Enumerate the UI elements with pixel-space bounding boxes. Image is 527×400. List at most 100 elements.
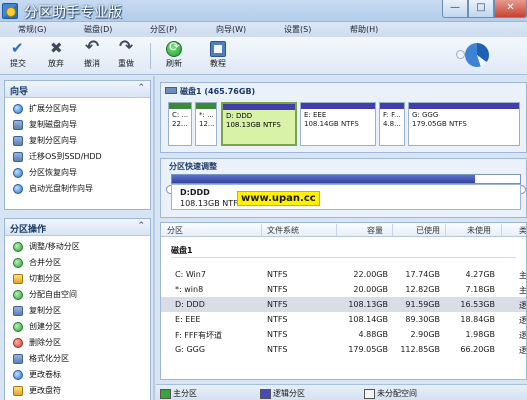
op-change-letter[interactable]: 更改盘符 <box>5 383 150 399</box>
table-row[interactable]: G: GGG NTFS 179.05GB 112.85GB 66.20GB 逻 <box>161 342 527 357</box>
operations-panel-header[interactable]: 分区操作 ⌃ <box>5 219 150 236</box>
resize-slider-fill <box>172 175 475 183</box>
app-icon <box>2 3 18 19</box>
op-delete[interactable]: 删除分区 <box>5 335 150 351</box>
chevron-up-icon[interactable]: ⌃ <box>137 221 145 231</box>
label-icon <box>13 370 23 380</box>
minimize-button[interactable]: — <box>442 0 468 18</box>
migrate-os-icon <box>13 152 23 162</box>
delete-icon <box>13 338 23 348</box>
partition-block-d[interactable]: D: DDD 108.13GB NTFS <box>221 102 297 146</box>
menu-wizard[interactable]: 向导(W) <box>216 24 246 35</box>
partition-size: 22... <box>172 120 188 128</box>
discard-button[interactable]: 放弃 <box>42 39 70 73</box>
cell-unused: 7.18GB <box>465 285 496 294</box>
window-title: 分区助手专业版 <box>24 5 122 21</box>
menu-general[interactable]: 常规(G) <box>18 24 46 35</box>
merge-icon <box>13 258 23 268</box>
col-used[interactable]: 已使用 <box>416 225 440 236</box>
partition-block-win8[interactable]: *: ... 12... <box>195 102 217 146</box>
quick-resize-box: 分区快速调整 D:DDD 108.13GB NTFS www.upan.cc <box>160 158 527 218</box>
op-copy-partition[interactable]: 复制分区 <box>5 303 150 319</box>
column-divider <box>336 224 337 236</box>
legend-primary: 主分区 <box>160 388 197 399</box>
partition-block-f[interactable]: F: F... 4.8... <box>379 102 405 146</box>
cell-type: 主 <box>519 271 527 280</box>
cell-capacity: 108.14GB <box>348 315 388 324</box>
partition-block-g[interactable]: G: GGG 179.05GB NTFS <box>408 102 520 146</box>
wizard-migrate-os[interactable]: 迁移OS到SSD/HDD <box>5 149 150 165</box>
resize-info: D:DDD 108.13GB NTFS <box>171 184 521 210</box>
op-resize-move[interactable]: 调整/移动分区 <box>5 239 150 255</box>
table-row-selected[interactable]: D: DDD NTFS 108.13GB 91.59GB 16.53GB 逻 <box>161 297 526 312</box>
chevron-up-icon[interactable]: ⌃ <box>137 83 145 93</box>
op-item-label: 删除分区 <box>29 338 61 347</box>
watermark: www.upan.cc <box>237 191 320 206</box>
cell-type: 逻 <box>519 346 527 355</box>
allocate-icon <box>13 290 23 300</box>
split-icon <box>13 274 23 284</box>
partition-name: *: ... <box>199 111 214 119</box>
menu-disk[interactable]: 磁盘(D) <box>84 24 112 35</box>
operations-panel-title: 分区操作 <box>10 225 47 235</box>
aomei-logo-icon <box>465 43 489 67</box>
col-partition[interactable]: 分区 <box>167 225 183 236</box>
partition-name: E: EEE <box>304 111 327 119</box>
wizard-panel-title: 向导 <box>10 87 29 97</box>
close-button[interactable]: ✕ <box>494 0 527 18</box>
op-split[interactable]: 切割分区 <box>5 271 150 287</box>
table-row[interactable]: C: Win7 NTFS 22.00GB 17.74GB 4.27GB 主 <box>161 267 527 282</box>
partition-size: 108.13GB NTFS <box>226 121 281 129</box>
col-unused[interactable]: 未使用 <box>467 225 491 236</box>
toolbar: 提交 放弃 撤消 重做 刷新 教程 <box>0 37 527 75</box>
partition-block-e[interactable]: E: EEE 108.14GB NTFS <box>300 102 376 146</box>
menu-help[interactable]: 帮助(H) <box>350 24 378 35</box>
commit-button[interactable]: 提交 <box>4 39 32 73</box>
refresh-button[interactable]: 刷新 <box>160 39 188 73</box>
wizard-partition-recovery[interactable]: 分区恢复向导 <box>5 165 150 181</box>
partition-table: 分区 文件系统 容量 已使用 未使用 类 磁盘1 C: Win7 NTFS 22… <box>160 222 527 380</box>
cell-unused: 66.20GB <box>460 345 495 354</box>
op-create[interactable]: 创建分区 <box>5 319 150 335</box>
op-merge[interactable]: 合并分区 <box>5 255 150 271</box>
wizard-panel: 向导 ⌃ 扩展分区向导 复制磁盘向导 复制分区向导 迁移OS到SSD/HDD 分… <box>4 80 151 210</box>
wizard-extend-partition[interactable]: 扩展分区向导 <box>5 101 150 117</box>
op-change-label[interactable]: 更改卷标 <box>5 367 150 383</box>
copy-icon <box>13 306 23 316</box>
partition-block-c[interactable]: C: ... 22... <box>168 102 192 146</box>
wizard-copy-disk[interactable]: 复制磁盘向导 <box>5 117 150 133</box>
cell-type: 主 <box>519 286 527 295</box>
wizard-item-label: 迁移OS到SSD/HDD <box>29 152 102 161</box>
redo-button[interactable]: 重做 <box>112 37 140 73</box>
table-row[interactable]: *: win8 NTFS 20.00GB 12.82GB 7.18GB 主 <box>161 282 527 297</box>
boot-disc-icon <box>13 184 23 194</box>
menu-partition[interactable]: 分区(P) <box>150 24 177 35</box>
maximize-button[interactable]: □ <box>468 0 494 18</box>
pane-splitter[interactable] <box>153 76 155 400</box>
col-capacity[interactable]: 容量 <box>367 225 383 236</box>
wizard-item-label: 复制分区向导 <box>29 136 77 145</box>
table-row[interactable]: F: FFF有坏道 NTFS 4.88GB 2.90GB 1.98GB 逻 <box>161 327 526 342</box>
col-type[interactable]: 类 <box>519 225 526 236</box>
tutorial-button[interactable]: 教程 <box>204 39 232 73</box>
partition-size: 108.14GB NTFS <box>304 120 359 128</box>
recovery-icon <box>13 168 23 178</box>
wizard-panel-header[interactable]: 向导 ⌃ <box>5 81 150 98</box>
table-row[interactable]: E: EEE NTFS 108.14GB 89.30GB 18.84GB 逻 <box>161 312 526 327</box>
wizard-bootable-media[interactable]: 启动光盘制作向导 <box>5 181 150 197</box>
cell-partition: F: FFF有坏道 <box>175 331 223 340</box>
cell-capacity: 22.00GB <box>353 270 388 279</box>
resize-slider-track[interactable] <box>171 174 521 184</box>
redo-icon <box>118 37 134 57</box>
col-filesystem[interactable]: 文件系统 <box>267 225 299 236</box>
op-format[interactable]: 格式化分区 <box>5 351 150 367</box>
menu-settings[interactable]: 设置(S) <box>284 24 311 35</box>
extend-partition-icon <box>13 104 23 114</box>
undo-button[interactable]: 撤消 <box>78 37 106 73</box>
column-divider <box>261 224 262 236</box>
op-allocate-free[interactable]: 分配自由空间 <box>5 287 150 303</box>
partition-name: C: ... <box>172 111 189 119</box>
cell-used: 91.59GB <box>405 300 440 309</box>
wizard-copy-partition[interactable]: 复制分区向导 <box>5 133 150 149</box>
disk-map: 磁盘1 (465.76GB) C: ... 22... *: ... 12... D… <box>160 82 527 153</box>
